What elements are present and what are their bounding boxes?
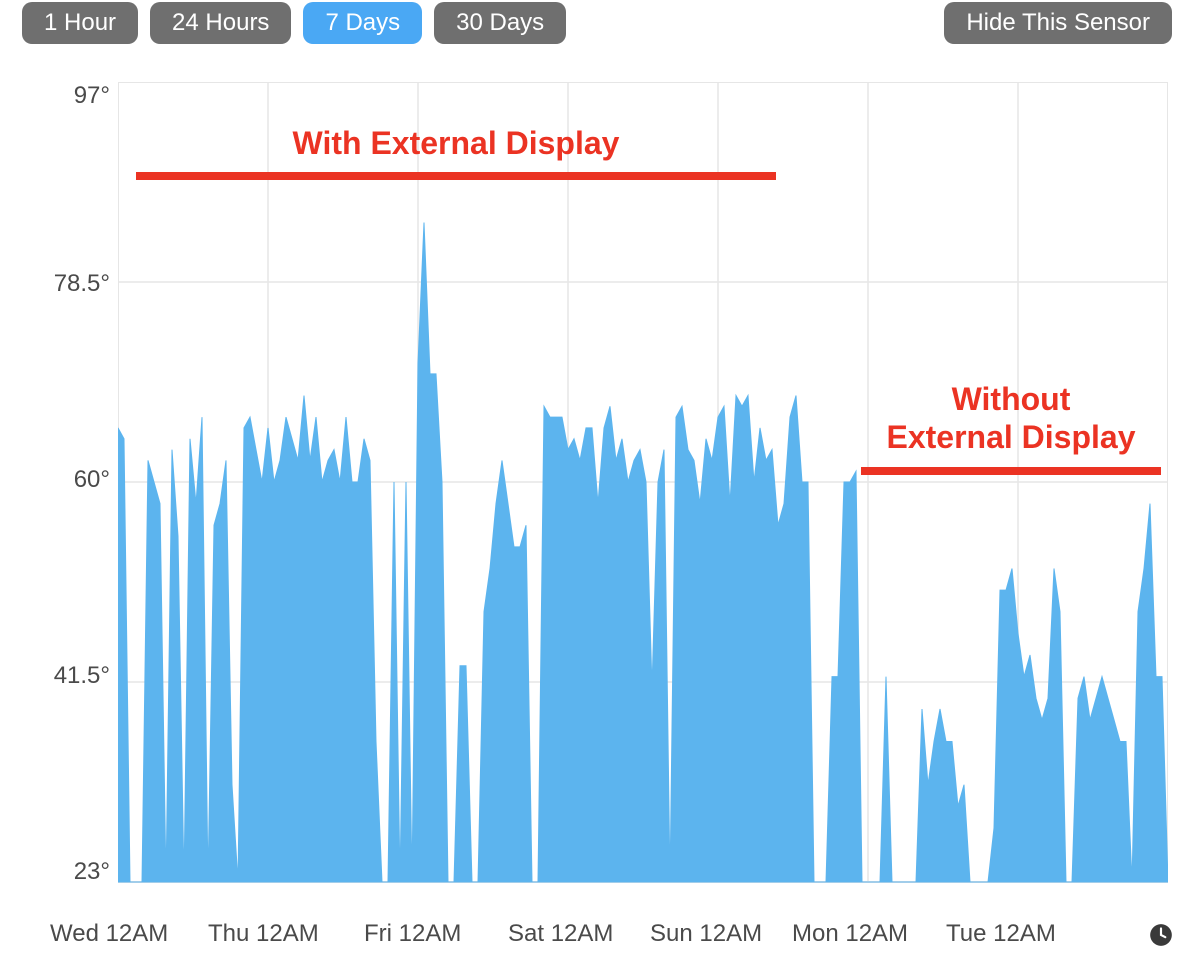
y-tick-41_5: 41.5°: [30, 662, 110, 690]
annotation-without-external: Without External Display: [861, 380, 1161, 475]
x-tick-mon: Mon 12AM: [792, 920, 908, 948]
annotation-with-external: With External Display: [136, 124, 776, 180]
range-30days-button[interactable]: 30 Days: [434, 2, 566, 44]
x-tick-thu: Thu 12AM: [208, 920, 319, 948]
x-tick-sat: Sat 12AM: [508, 920, 613, 948]
annotation-with-label: With External Display: [293, 125, 620, 161]
x-tick-wed: Wed 12AM: [50, 920, 168, 948]
y-tick-97: 97°: [30, 82, 110, 110]
range-1hour-button[interactable]: 1 Hour: [22, 2, 138, 44]
y-tick-78_5: 78.5°: [30, 270, 110, 298]
annotation-with-bar: [136, 172, 776, 180]
hide-sensor-button[interactable]: Hide This Sensor: [944, 2, 1172, 44]
x-tick-sun: Sun 12AM: [650, 920, 762, 948]
annotation-without-bar: [861, 467, 1161, 475]
range-24hours-button[interactable]: 24 Hours: [150, 2, 291, 44]
app-root: 1 Hour 24 Hours 7 Days 30 Days Hide This…: [0, 0, 1192, 968]
annotation-without-label: Without External Display: [887, 381, 1136, 455]
x-tick-tue: Tue 12AM: [946, 920, 1056, 948]
time-range-toolbar: 1 Hour 24 Hours 7 Days 30 Days: [22, 2, 566, 44]
y-tick-60: 60°: [30, 466, 110, 494]
clock-icon[interactable]: [1148, 922, 1174, 948]
temperature-chart: [118, 82, 1168, 902]
x-tick-fri: Fri 12AM: [364, 920, 461, 948]
range-7days-button[interactable]: 7 Days: [303, 2, 422, 44]
temperature-area: [118, 223, 1168, 883]
y-tick-23: 23°: [30, 858, 110, 886]
